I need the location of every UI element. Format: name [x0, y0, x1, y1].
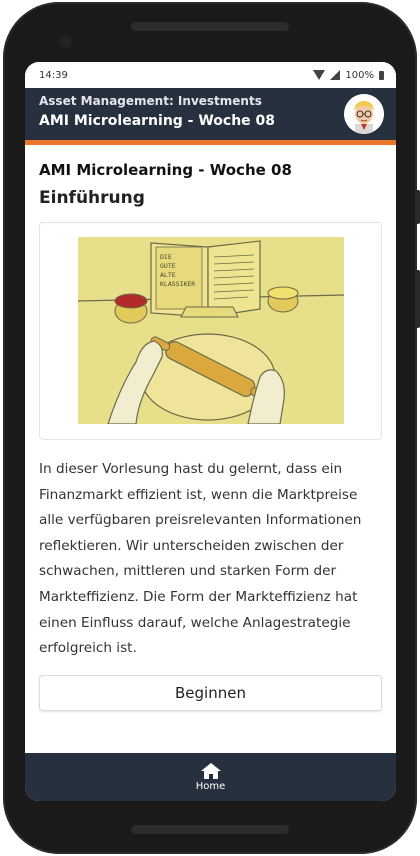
header-subtitle: Asset Management: Investments: [39, 94, 262, 108]
baking-illustration: DIE GUTE ALTE KLASSIKER: [78, 237, 344, 424]
app-header: Asset Management: Investments AMI Microl…: [25, 88, 396, 145]
bottom-speaker: [131, 825, 289, 834]
earpiece-speaker: [131, 22, 289, 31]
status-time: 14:39: [39, 69, 68, 81]
status-icons: 100%: [313, 70, 384, 81]
page-title: AMI Microlearning - Woche 08: [39, 161, 292, 179]
home-nav-label[interactable]: Home: [196, 781, 226, 792]
bottom-nav: Home: [25, 753, 396, 801]
book-text-line-2: GUTE: [160, 262, 176, 270]
power-button: [415, 190, 420, 224]
status-bar: 14:39 100%: [25, 62, 396, 88]
volume-button: [415, 270, 420, 328]
begin-button[interactable]: Beginnen: [39, 674, 382, 711]
section-title: Einführung: [39, 188, 145, 208]
intro-text: In dieser Vorlesung hast du gelernt, das…: [39, 461, 362, 657]
battery-icon: [379, 70, 384, 80]
header-title: AMI Microlearning - Woche 08: [39, 113, 276, 129]
signal-icon: [330, 70, 341, 80]
wifi-icon: [313, 70, 326, 80]
avatar-icon: [344, 94, 384, 134]
home-icon[interactable]: [200, 762, 222, 780]
avatar[interactable]: [344, 94, 384, 134]
battery-percent: 100%: [345, 69, 374, 81]
screen: 14:39 100% Asset Management: Investments…: [25, 62, 396, 801]
book-text-line-1: DIE: [160, 253, 172, 261]
phone-frame: 14:39 100% Asset Management: Investments…: [3, 2, 420, 854]
book-text-line-4: KLASSIKER: [160, 280, 195, 288]
front-camera: [59, 35, 73, 49]
book-text-line-3: ALTE: [160, 271, 176, 279]
main-content: AMI Microlearning - Woche 08 Einführung: [25, 161, 396, 711]
image-card: DIE GUTE ALTE KLASSIKER: [39, 222, 382, 440]
